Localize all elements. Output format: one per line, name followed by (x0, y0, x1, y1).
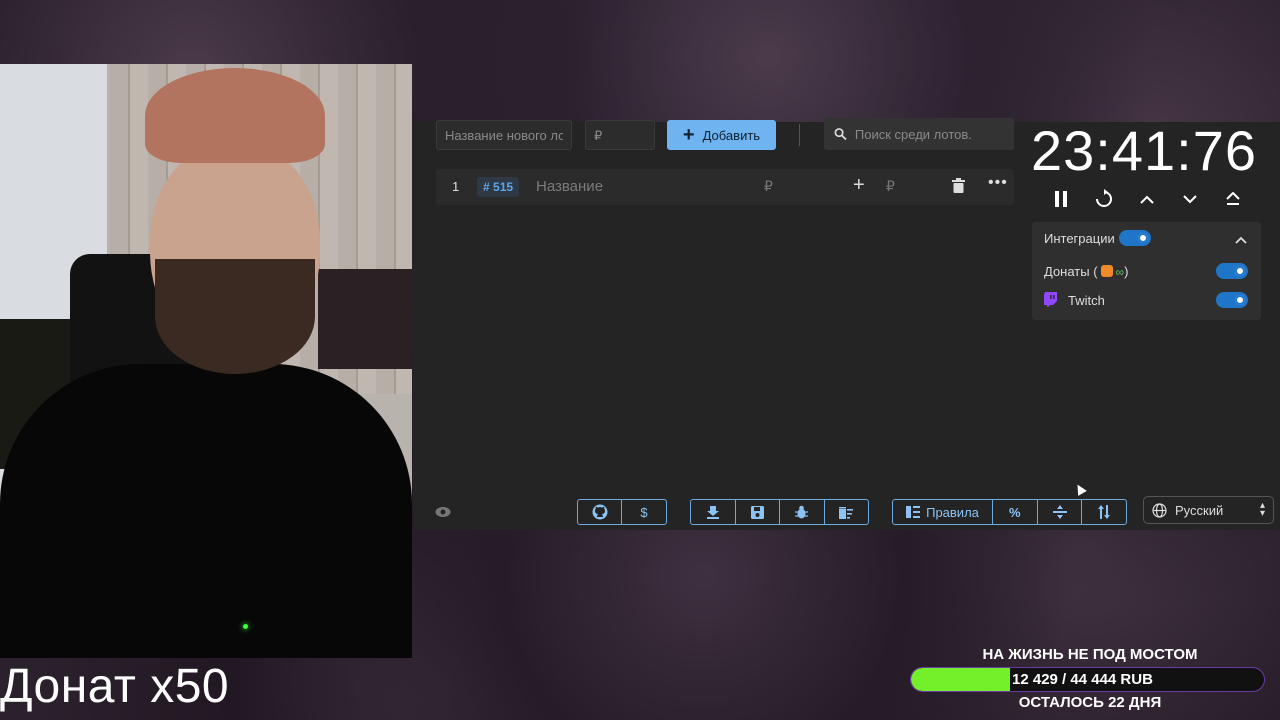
lot-amount-field[interactable]: ₽ (764, 178, 773, 195)
integrations-toggle[interactable] (1119, 230, 1151, 246)
chevron-up-icon[interactable] (1235, 231, 1247, 249)
add-lot-button[interactable]: + Добавить (667, 120, 776, 150)
dollar-icon: $ (640, 504, 648, 520)
delete-lot-icon[interactable] (952, 178, 965, 198)
swap-vertical-icon (1098, 505, 1111, 519)
donations-toggle[interactable] (1216, 263, 1248, 279)
chevron-down-icon[interactable] (1177, 186, 1203, 212)
timer-display: 23:41:76 (1031, 119, 1257, 182)
toolbar-divider (799, 124, 800, 146)
lot-search-input[interactable] (846, 118, 1014, 150)
rules-label: Правила (926, 504, 979, 520)
new-lot-price-field[interactable] (585, 120, 655, 150)
bug-icon (795, 505, 809, 519)
goal-amount: 12 429 / 44 444 RUB (1012, 671, 1153, 688)
integrations-title: Интеграции (1044, 231, 1115, 246)
reset-icon[interactable] (1091, 186, 1117, 212)
goal-title: НА ЖИЗНЬ НЕ ПОД МОСТОМ (982, 646, 1198, 663)
new-lot-name-input[interactable] (437, 121, 571, 149)
twitch-icon (1044, 292, 1058, 312)
webcam-feed (0, 64, 412, 658)
bug-report-button[interactable] (780, 500, 825, 524)
links-button-group: $ (577, 499, 667, 525)
lot-search-field[interactable] (824, 118, 1014, 150)
donations-label: Донаты (∞) (1044, 264, 1129, 279)
percent-icon: % (1009, 504, 1021, 520)
rules-icon (906, 506, 921, 518)
add-lot-label: Добавить (702, 127, 761, 143)
donate-button[interactable]: $ (622, 500, 666, 524)
link-icon: ∞ (1115, 265, 1125, 279)
new-lot-name-field[interactable] (436, 120, 572, 150)
lot-index: 1 (452, 179, 460, 194)
donationalerts-icon (1100, 265, 1113, 277)
settings-button-group: Правила % (892, 499, 1127, 525)
new-lot-price-input[interactable] (586, 121, 654, 149)
lot-add-amount-field[interactable]: ₽ (886, 178, 895, 195)
github-icon (592, 504, 607, 520)
vertical-split-icon (1052, 505, 1067, 519)
twitch-toggle[interactable] (1216, 292, 1248, 308)
twitch-label: Twitch (1068, 293, 1105, 308)
download-icon (706, 505, 719, 519)
rules-button[interactable]: Правила (893, 500, 993, 524)
more-options-icon[interactable]: ••• (988, 174, 1008, 192)
eye-icon[interactable] (435, 505, 451, 523)
add-amount-icon[interactable]: + (853, 174, 865, 197)
globe-icon (1152, 502, 1167, 518)
download-button[interactable] (691, 500, 736, 524)
save-icon (750, 505, 764, 519)
lot-row: 1 # 515 Название ₽ + ₽ ••• (436, 169, 1014, 205)
language-value: Русский (1175, 502, 1224, 518)
delete-sweep-icon (839, 506, 854, 519)
goal-progress-fill (911, 668, 1010, 691)
split-button[interactable] (1038, 500, 1083, 524)
goal-remaining: ОСТАЛОСЬ 22 ДНЯ (1018, 694, 1162, 711)
donate-multiplier-label: Донат x50 (0, 660, 230, 713)
chevron-up-icon[interactable] (1134, 186, 1160, 212)
percent-button[interactable]: % (993, 500, 1038, 524)
integrations-panel: Интеграции Донаты (∞) Twitch (1032, 222, 1261, 320)
lot-id-badge: # 515 (477, 177, 520, 197)
pause-icon[interactable] (1048, 186, 1074, 212)
eject-icon[interactable] (1220, 186, 1246, 212)
clear-list-button[interactable] (825, 500, 869, 524)
save-button[interactable] (736, 500, 780, 524)
language-select[interactable]: Русский ▴ ▾ (1143, 496, 1274, 524)
sort-button[interactable] (1082, 500, 1126, 524)
search-icon (834, 128, 847, 141)
plus-icon: + (682, 124, 695, 146)
file-button-group (690, 499, 869, 525)
lot-name-field[interactable]: Название (536, 178, 603, 195)
github-button[interactable] (578, 500, 623, 524)
select-arrows-icon: ▴ ▾ (1259, 500, 1265, 519)
